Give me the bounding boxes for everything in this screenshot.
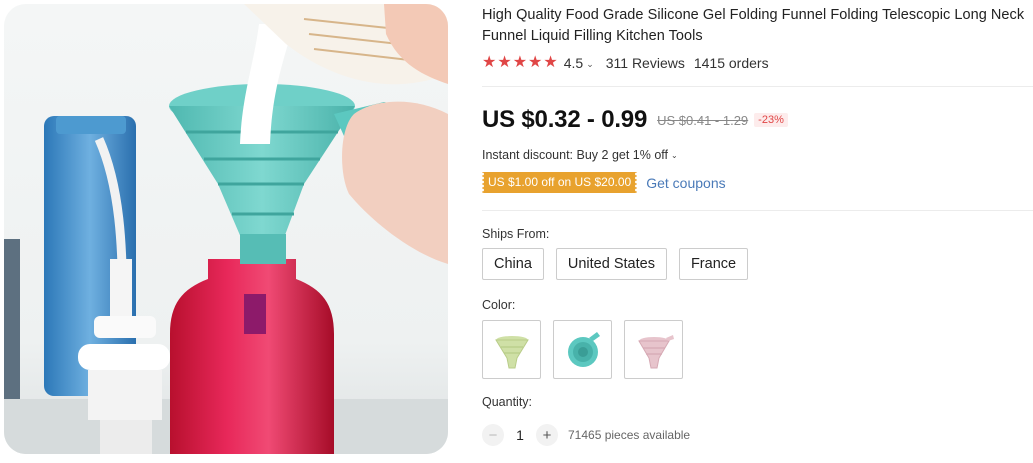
original-price: US $0.41 - 1.29: [657, 112, 749, 128]
funnel-thumbnail: [637, 334, 674, 368]
star-icon: ★: [482, 54, 497, 71]
chevron-down-icon: ⌄: [671, 150, 678, 160]
ship-option-france[interactable]: France: [678, 248, 749, 280]
get-coupons-link[interactable]: Get coupons: [646, 175, 725, 191]
quantity-increase-button[interactable]: +: [536, 424, 558, 446]
divider: [482, 210, 1033, 211]
price-row: US $0.32 - 0.99 US $0.41 - 1.29 -23%: [482, 106, 788, 134]
funnel-thumbnail: [567, 331, 600, 367]
star-icon: ★: [512, 54, 528, 71]
funnel-thumbnail: [494, 335, 529, 368]
ship-options: China United States France: [482, 248, 749, 280]
quantity-input[interactable]: 1: [504, 427, 536, 443]
star-icon: ★: [543, 54, 558, 71]
product-info: High Quality Food Grade Silicone Gel Fol…: [480, 0, 1033, 463]
product-title: High Quality Food Grade Silicone Gel Fol…: [482, 7, 1025, 44]
ship-option-united-states[interactable]: United States: [555, 248, 667, 280]
product-photo: [4, 4, 448, 454]
rating-stars[interactable]: ★ ★ ★ ★ ★: [482, 55, 558, 71]
rating-row: ★ ★ ★ ★ ★ 4.5 ⌄ 311 Reviews 1415 orders: [482, 53, 769, 73]
color-options: [482, 320, 683, 379]
instant-discount[interactable]: Instant discount: Buy 2 get 1% off ⌄: [482, 148, 678, 162]
color-option-yellow-green[interactable]: [482, 320, 541, 379]
product-image[interactable]: [4, 4, 448, 454]
star-icon: ★: [497, 54, 512, 71]
discount-badge: -23%: [754, 113, 788, 127]
ship-option-china[interactable]: China: [482, 248, 544, 280]
pieces-available: 71465 pieces available: [568, 428, 691, 442]
color-option-pink[interactable]: [624, 320, 683, 379]
quantity-decrease-button[interactable]: −: [482, 424, 504, 446]
coupon-row: US $1.00 off on US $20.00 Get coupons: [480, 172, 726, 193]
rating-value[interactable]: 4.5: [564, 55, 583, 71]
quantity-label: Quantity:: [482, 395, 533, 409]
color-label: Color:: [482, 298, 516, 312]
chevron-down-icon[interactable]: ⌄: [586, 59, 594, 70]
instant-discount-text: Instant discount: Buy 2 get 1% off: [482, 148, 668, 162]
ships-from-label: Ships From:: [482, 227, 550, 241]
coupon-tag: US $1.00 off on US $20.00: [480, 172, 639, 193]
divider: [482, 86, 1033, 87]
quantity-stepper: − 1 + 71465 pieces available: [482, 424, 690, 446]
orders-count: 1415 orders: [693, 55, 769, 71]
star-icon: ★: [528, 54, 543, 71]
color-option-teal[interactable]: [553, 320, 612, 379]
reviews-link[interactable]: 311 Reviews: [606, 55, 685, 71]
current-price: US $0.32 - 0.99: [482, 106, 648, 133]
